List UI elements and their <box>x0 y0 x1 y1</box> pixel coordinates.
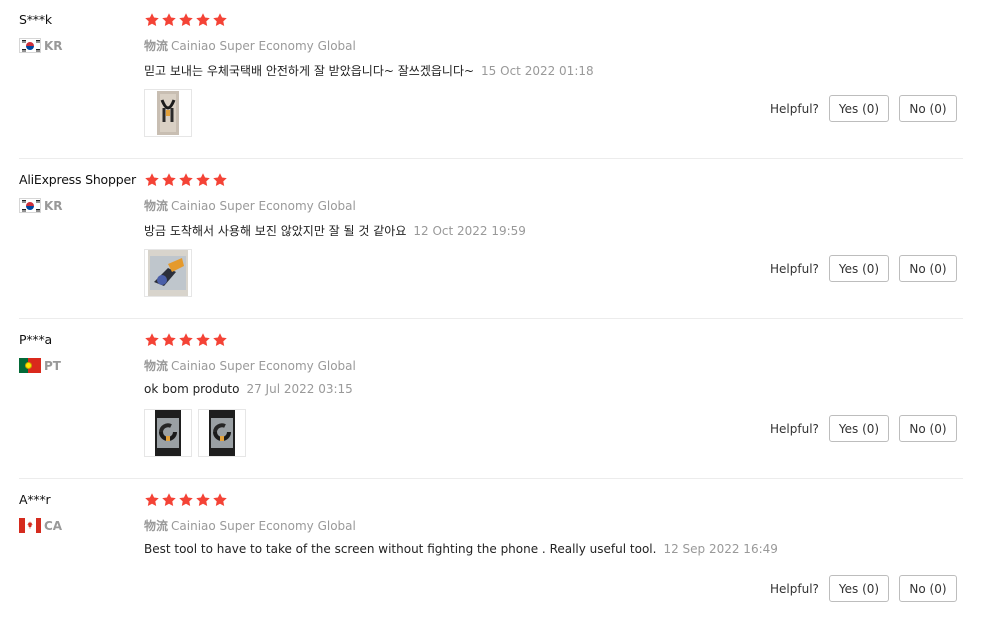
review-photos <box>144 409 252 457</box>
helpful-yes-button[interactable]: Yes (0) <box>829 95 889 122</box>
review-divider <box>19 158 963 159</box>
helpful-no-button[interactable]: No (0) <box>899 95 957 122</box>
star-icon <box>162 333 176 346</box>
review-content: Best tool to have to take of the screen … <box>144 542 778 556</box>
helpful-label: Helpful? <box>770 102 819 116</box>
shipping-method: Cainiao Super Economy Global <box>171 519 356 533</box>
review-text: 방금 도착해서 사용해 보진 않았지만 잘 될 것 같아요 <box>144 224 407 238</box>
helpful-no-button[interactable]: No (0) <box>899 415 957 442</box>
helpful-no-button[interactable]: No (0) <box>899 575 957 602</box>
reviewer-name: A***r <box>19 492 51 507</box>
shipping-method: Cainiao Super Economy Global <box>171 199 356 213</box>
review-photo-thumbnail[interactable] <box>144 409 192 457</box>
star-rating <box>144 332 229 348</box>
reviewer-country: CA <box>19 518 62 533</box>
star-icon <box>162 493 176 506</box>
helpful-yes-button[interactable]: Yes (0) <box>829 415 889 442</box>
reviewer-name: S***k <box>19 12 52 27</box>
helpful-yes-button[interactable]: Yes (0) <box>829 575 889 602</box>
star-icon <box>213 13 227 26</box>
star-rating <box>144 12 229 28</box>
star-icon <box>196 173 210 186</box>
review-text: Best tool to have to take of the screen … <box>144 542 657 556</box>
star-icon <box>179 13 193 26</box>
review-divider <box>19 318 963 319</box>
review-photos <box>144 89 198 137</box>
star-icon <box>179 333 193 346</box>
shipping-method: Cainiao Super Economy Global <box>171 39 356 53</box>
star-icon <box>162 13 176 26</box>
shipping-method: Cainiao Super Economy Global <box>171 359 356 373</box>
review-content: 믿고 보내는 우체국택배 안전하게 잘 받았읍니다~ 잘쓰겠읍니다~ 15 Oct… <box>144 62 594 79</box>
review-photo-thumbnail[interactable] <box>144 249 192 297</box>
star-icon <box>145 173 159 186</box>
star-icon <box>196 13 210 26</box>
helpful-label: Helpful? <box>770 262 819 276</box>
country-code: PT <box>44 358 61 373</box>
shipping-info: 物流 Cainiao Super Economy Global <box>144 357 356 374</box>
star-icon <box>179 173 193 186</box>
south-korea-flag-icon <box>19 198 41 213</box>
helpful-label: Helpful? <box>770 582 819 596</box>
review-item: P***a PT 物流 Cainiao Super Economy Global ok … <box>0 320 984 480</box>
star-icon <box>196 493 210 506</box>
star-icon <box>162 173 176 186</box>
country-code: CA <box>44 518 63 533</box>
star-icon <box>145 493 159 506</box>
review-photos <box>144 249 198 297</box>
review-item: AliExpress Shopper KR 物流 Cainiao Super Econ… <box>0 160 984 320</box>
review-item: A***r CA 物流 Cainiao Super Economy Global Bes… <box>0 480 984 640</box>
country-code: KR <box>44 198 63 213</box>
shipping-label: 物流 <box>144 359 169 373</box>
star-icon <box>213 173 227 186</box>
canada-flag-icon <box>19 518 41 533</box>
shipping-label: 物流 <box>144 199 169 213</box>
review-date: 27 Jul 2022 03:15 <box>246 382 353 396</box>
reviewer-name: AliExpress Shopper <box>19 172 136 187</box>
portugal-flag-icon <box>19 358 41 373</box>
review-item: S***k KR 物流 Cainiao Super Economy Global 믿고 … <box>0 0 984 160</box>
reviewer-country: PT <box>19 358 61 373</box>
helpful-label: Helpful? <box>770 422 819 436</box>
reviewer-country: KR <box>19 198 63 213</box>
star-icon <box>196 333 210 346</box>
shipping-info: 物流 Cainiao Super Economy Global <box>144 197 356 214</box>
review-list: S***k KR 物流 Cainiao Super Economy Global 믿고 … <box>0 0 984 624</box>
helpful-yes-button[interactable]: Yes (0) <box>829 255 889 282</box>
review-date: 12 Sep 2022 16:49 <box>663 542 778 556</box>
country-code: KR <box>44 38 63 53</box>
helpful-no-button[interactable]: No (0) <box>899 255 957 282</box>
review-photo-thumbnail[interactable] <box>144 89 192 137</box>
shipping-info: 物流 Cainiao Super Economy Global <box>144 37 356 54</box>
review-text: ok bom produto <box>144 382 240 396</box>
shipping-label: 物流 <box>144 519 169 533</box>
review-date: 12 Oct 2022 19:59 <box>413 224 526 238</box>
review-divider <box>19 478 963 479</box>
reviewer-country: KR <box>19 38 63 53</box>
star-icon <box>145 333 159 346</box>
reviewer-name: P***a <box>19 332 52 347</box>
star-icon <box>179 493 193 506</box>
star-icon <box>145 13 159 26</box>
star-icon <box>213 333 227 346</box>
star-rating <box>144 172 229 188</box>
shipping-label: 物流 <box>144 39 169 53</box>
south-korea-flag-icon <box>19 38 41 53</box>
review-date: 15 Oct 2022 01:18 <box>481 64 594 78</box>
review-content: 방금 도착해서 사용해 보진 않았지만 잘 될 것 같아요 12 Oct 2022… <box>144 222 526 239</box>
star-icon <box>213 493 227 506</box>
star-rating <box>144 492 229 508</box>
shipping-info: 物流 Cainiao Super Economy Global <box>144 517 356 534</box>
review-content: ok bom produto 27 Jul 2022 03:15 <box>144 382 353 396</box>
review-photo-thumbnail[interactable] <box>198 409 246 457</box>
review-text: 믿고 보내는 우체국택배 안전하게 잘 받았읍니다~ 잘쓰겠읍니다~ <box>144 64 475 78</box>
